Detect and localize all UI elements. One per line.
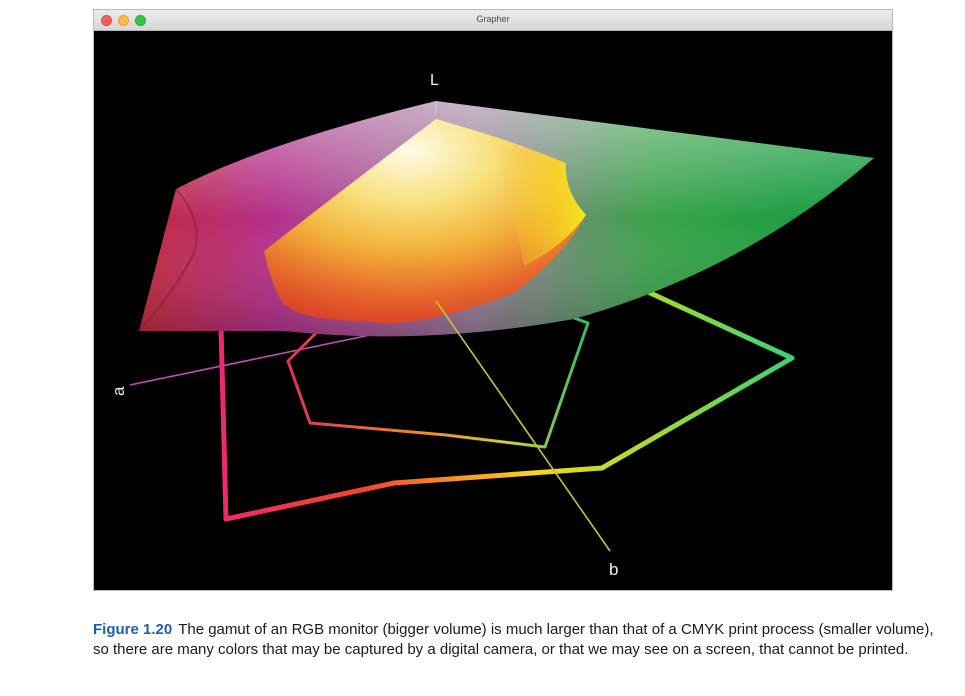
figure-caption: Figure 1.20 The gamut of an RGB monitor (… (93, 620, 953, 660)
window-titlebar[interactable]: Grapher (94, 10, 892, 31)
b-axis-label: b (609, 560, 618, 579)
caption-text: The gamut of an RGB monitor (bigger volu… (93, 621, 934, 658)
gamut-plot[interactable]: L a b (94, 31, 892, 590)
l-axis-label: L (430, 72, 439, 89)
figure-label: Figure 1.20 (93, 621, 173, 638)
grapher-window: Grapher L a b (93, 9, 893, 591)
window-title: Grapher (476, 14, 510, 24)
a-axis-label: a (109, 386, 128, 396)
plot-canvas[interactable]: L a b (94, 31, 892, 590)
